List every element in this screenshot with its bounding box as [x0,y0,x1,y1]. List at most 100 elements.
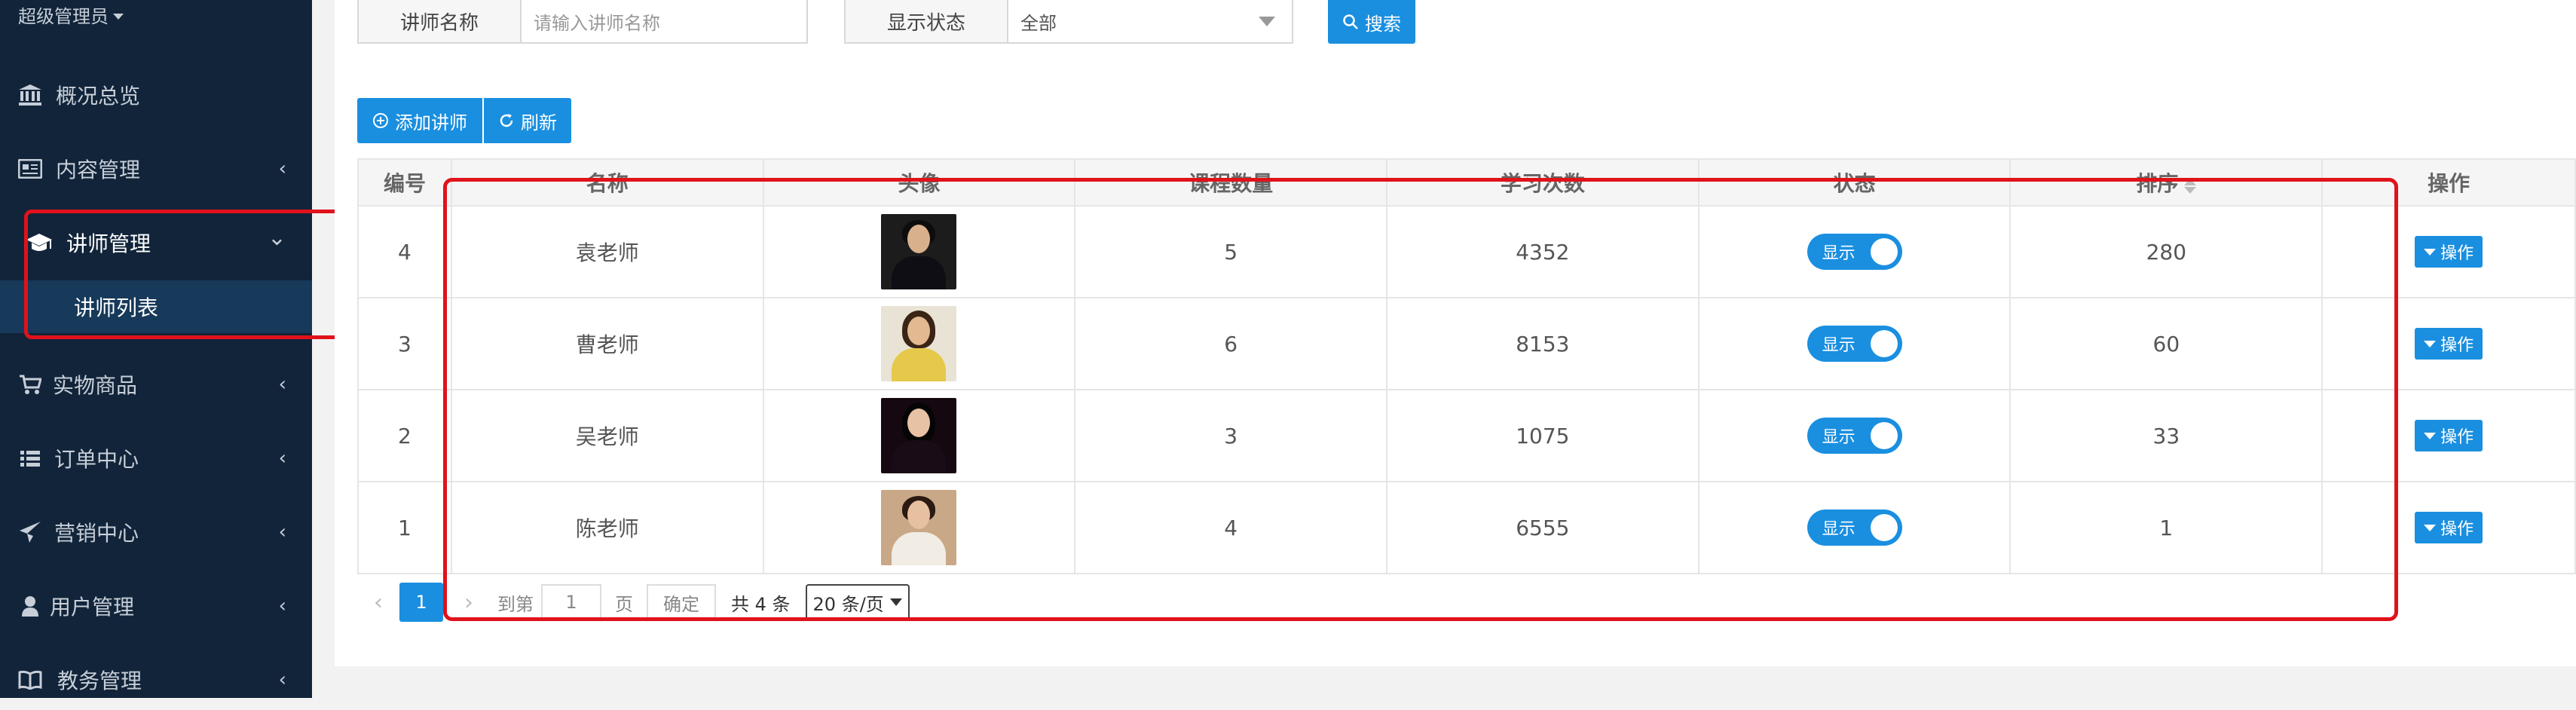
search-button[interactable]: 搜索 [1328,0,1415,44]
action-label: 操作 [2440,428,2474,448]
pagination: ‹ 1 › 到第 1 页 确定 共 4 条 20 条/页 [357,582,910,623]
goto-page-input[interactable]: 1 [541,584,601,620]
book-icon [17,666,44,693]
cell-study-count: 8153 [1386,297,1699,390]
header-sort[interactable]: 排序 [2009,158,2324,207]
teacher-name-label: 讲师名称 [359,0,522,42]
sidebar-item-overview[interactable]: 概况总览 [0,65,312,125]
refresh-label: 刷新 [521,112,557,133]
cell-sort: 33 [2009,389,2324,482]
status-toggle-label: 显示 [1822,520,1856,539]
add-teacher-button[interactable]: 添加讲师 [357,98,482,143]
header-study-count: 学习次数 [1386,158,1699,207]
sidebar-subitem-label: 讲师列表 [74,295,159,320]
cell-name: 陈老师 [450,481,764,574]
sidebar: 超级管理员 概况总览 内容管理 ‹ 讲师管理 ⌄ 讲师列表 实物商品 ‹ 订单中… [0,0,366,698]
sidebar-item-orders[interactable]: 订单中心 ‹ [0,428,312,488]
chevron-left-icon: ‹ [278,158,286,180]
cell-sort: 1 [2009,481,2324,574]
paper-plane-icon [17,519,44,546]
cell-actions: 操作 [2321,389,2576,482]
toggle-knob [1870,514,1898,541]
status-label: 显示状态 [846,0,1008,42]
toggle-knob [1870,330,1898,357]
sidebar-item-academic[interactable]: 教务管理 ‹ [0,650,312,710]
cell-id: 3 [357,297,452,390]
avatar [881,306,957,381]
action-label: 操作 [2440,520,2474,540]
cell-status: 显示 [1697,481,2012,574]
refresh-button[interactable]: 刷新 [484,98,571,143]
header-sort-label: 排序 [2136,171,2179,196]
status-toggle[interactable]: 显示 [1807,234,1902,270]
chevron-left-icon: ‹ [278,373,286,396]
chevron-down-icon: ⌄ [267,225,286,251]
action-dropdown-button[interactable]: 操作 [2415,420,2483,452]
prev-page-button[interactable]: ‹ [357,589,399,616]
main-panel: 讲师名称 请输入讲师名称 显示状态 全部 搜索 添加讲师 刷新 编号 名称 头像… [335,0,2576,666]
sidebar-item-products[interactable]: 实物商品 ‹ [0,354,312,415]
action-label: 操作 [2440,336,2474,356]
toggle-knob [1870,238,1898,265]
chevron-left-icon: ‹ [278,521,286,543]
chevron-down-icon [889,598,902,606]
header-status: 状态 [1697,158,2012,207]
sidebar-item-marketing[interactable]: 营销中心 ‹ [0,502,312,562]
cell-name: 袁老师 [450,205,764,298]
cell-study-count: 6555 [1386,481,1699,574]
cell-name: 曹老师 [450,297,764,390]
page-size-select[interactable]: 20 条/页 [805,584,910,620]
graduation-cap-icon [26,229,53,256]
status-toggle-label: 显示 [1822,336,1856,355]
header-name: 名称 [450,158,764,207]
cell-status: 显示 [1697,205,2012,298]
avatar [881,214,957,289]
cell-status: 显示 [1697,389,2012,482]
cell-course-count: 5 [1074,205,1387,298]
cell-study-count: 1075 [1386,389,1699,482]
sidebar-item-label: 教务管理 [57,669,142,693]
newspaper-icon [17,155,44,182]
cell-actions: 操作 [2321,205,2576,298]
action-dropdown-button[interactable]: 操作 [2415,236,2483,268]
status-toggle[interactable]: 显示 [1807,418,1902,454]
page-size-value: 20 条/页 [812,593,884,615]
avatar [881,490,957,565]
header-actions: 操作 [2321,158,2576,207]
sidebar-item-teachers[interactable]: 讲师管理 ⌄ [0,213,312,273]
status-toggle[interactable]: 显示 [1807,510,1902,546]
action-dropdown-button[interactable]: 操作 [2415,328,2483,360]
action-dropdown-button[interactable]: 操作 [2415,512,2483,544]
total-count: 共 4 条 [731,593,791,615]
sidebar-item-content[interactable]: 内容管理 ‹ [0,139,312,199]
header-avatar: 头像 [762,158,1076,207]
list-icon [17,445,44,472]
cell-course-count: 3 [1074,389,1387,482]
chevron-left-icon: ‹ [278,447,286,470]
action-label: 操作 [2440,244,2474,264]
sidebar-subitem-teacher-list[interactable]: 讲师列表 [0,280,312,333]
chevron-left-icon: ‹ [278,669,286,691]
sidebar-item-label: 实物商品 [53,373,138,398]
sidebar-item-label: 用户管理 [50,595,135,620]
table-row: 4 袁老师 5 4352 显示 280 操作 [357,205,2576,298]
sort-icon[interactable] [2184,178,2197,194]
caret-down-icon [2424,248,2437,256]
bank-icon [17,81,44,109]
status-toggle[interactable]: 显示 [1807,326,1902,362]
teacher-name-input[interactable]: 请输入讲师名称 [522,0,806,42]
next-page-button[interactable]: › [448,589,490,616]
sidebar-item-label: 内容管理 [56,158,141,182]
status-select[interactable]: 全部 [1008,0,1292,42]
header-id: 编号 [357,158,452,207]
sidebar-item-label: 概况总览 [56,84,141,109]
admin-menu[interactable]: 超级管理员 [18,2,124,28]
current-page[interactable]: 1 [399,583,443,622]
sidebar-item-users[interactable]: 用户管理 ‹ [0,576,312,636]
cell-sort: 60 [2009,297,2324,390]
confirm-button[interactable]: 确定 [647,584,716,620]
sidebar-item-label: 营销中心 [54,521,139,546]
caret-down-icon [2424,340,2437,347]
cell-avatar [762,297,1076,390]
cell-id: 1 [357,481,452,574]
